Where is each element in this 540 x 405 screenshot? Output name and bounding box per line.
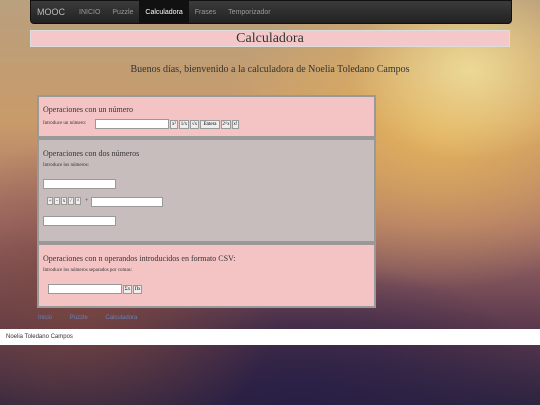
page-title: Calculadora [30,30,510,47]
second-number-input[interactable] [91,197,163,207]
panel-csv-label: Introduce los números separados por coma… [43,268,133,273]
footer-link-inicio[interactable]: Inicio [38,315,52,321]
integer-button[interactable]: Entera [200,120,220,129]
nav-item-frases[interactable]: Frases [189,1,222,23]
panel-two-numbers: Operaciones con dos números Introduce lo… [37,138,376,243]
inverse-button[interactable]: 1/x [179,120,189,129]
divide-button[interactable]: / [68,197,74,205]
pow2-button[interactable]: 2^x [221,120,231,129]
panel-two-title: Operaciones con dos números [43,149,140,158]
panel-one-label: Introduce un número: [43,121,87,126]
footer-link-puzzle[interactable]: Puzzle [70,315,88,321]
footer-bar: Noelia Toledano Campos [0,329,540,345]
navbar: MOOC INICIO Puzzle Calculadora Frases Te… [30,0,512,24]
number-input[interactable] [95,119,169,129]
power-button[interactable]: ^ [75,197,81,205]
factorial-button[interactable]: x! [232,120,239,129]
footer-author: Noelia Toledano Campos [6,334,73,340]
first-number-input[interactable] [43,179,116,189]
panel-one-title: Operaciones con un número [43,105,133,114]
product-button[interactable]: Πx [133,285,142,294]
csv-input[interactable] [48,284,122,294]
panel-two-label: Introduce los números: [43,163,90,168]
brand-link[interactable]: MOOC [31,1,73,23]
panel-one-number: Operaciones con un número Introduce un n… [37,95,376,138]
sqrt-button[interactable]: √x [190,120,199,129]
panel-csv: Operaciones con n operandos introducidos… [37,243,376,308]
square-button[interactable]: x² [170,120,178,129]
add-button[interactable]: + [47,197,53,205]
greeting-text: Buenos días, bienvenido a la calculadora… [130,64,410,75]
nav-item-temporizador[interactable]: Temporizador [222,1,276,23]
nav-item-puzzle[interactable]: Puzzle [106,1,139,23]
result-output [43,216,116,226]
panel-csv-title: Operaciones con n operandos introducidos… [43,254,236,263]
sum-button[interactable]: Σx [123,285,132,294]
footer-links: Inicio Puzzle Calculadora [38,315,153,321]
operator-display: + [85,198,89,204]
nav-item-inicio[interactable]: INICIO [73,1,106,23]
footer-link-calculadora[interactable]: Calculadora [105,315,137,321]
nav-item-calculadora[interactable]: Calculadora [139,1,189,23]
subtract-button[interactable]: - [54,197,60,205]
multiply-button[interactable]: x [61,197,67,205]
